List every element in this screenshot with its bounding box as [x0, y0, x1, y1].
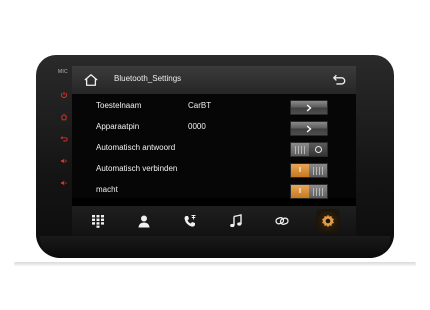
volume-up-icon[interactable] — [59, 156, 69, 166]
return-arrow-icon — [333, 74, 346, 85]
link-icon — [275, 216, 289, 225]
power-toggle[interactable]: I — [290, 184, 328, 199]
auto-connect-toggle[interactable]: I — [290, 163, 328, 178]
page-title: Bluetooth_Settings — [114, 74, 182, 83]
display-screen: Bluetooth_Settings Toestelnaam CarBT App… — [72, 66, 356, 236]
toggle-grip — [291, 143, 309, 156]
dock-connect[interactable] — [270, 209, 294, 233]
settings-row-auto-connect: Automatisch verbinden I — [72, 159, 356, 179]
toggle-off-indicator — [309, 143, 327, 156]
call-log-icon — [184, 215, 196, 227]
dock-contacts[interactable] — [132, 209, 156, 233]
mic-label: MIC — [58, 69, 68, 75]
power-icon[interactable] — [59, 90, 69, 100]
dock-settings[interactable] — [316, 209, 340, 233]
dialpad-icon — [92, 215, 104, 228]
row-label: Toestelnaam — [96, 101, 142, 110]
back-icon[interactable] — [59, 134, 69, 144]
contacts-icon — [138, 215, 150, 228]
device-name-edit-button[interactable] — [290, 100, 328, 115]
home-button[interactable] — [82, 72, 100, 88]
settings-icon — [322, 214, 334, 228]
settings-row-auto-answer: Automatisch antwoord — [72, 138, 356, 158]
dock-dialpad[interactable] — [86, 209, 110, 233]
dock-call-log[interactable] — [178, 209, 202, 233]
bottom-dock — [72, 206, 356, 236]
shadow-strip — [14, 262, 416, 266]
auto-answer-toggle[interactable] — [290, 142, 328, 157]
chevron-right-icon — [306, 124, 312, 133]
row-value: CarBT — [188, 101, 212, 110]
chevron-right-icon — [306, 103, 312, 112]
row-label: Automatisch verbinden — [96, 164, 178, 173]
home-icon[interactable] — [59, 112, 69, 122]
toggle-on-indicator: I — [291, 185, 309, 198]
row-value: 0000 — [188, 122, 206, 131]
row-label: Apparaatpin — [96, 122, 140, 131]
settings-row-power: macht I — [72, 180, 356, 200]
back-button[interactable] — [330, 72, 348, 88]
home-outline-icon — [84, 74, 98, 86]
row-label: macht — [96, 185, 118, 194]
settings-row-device-name: Toestelnaam CarBT — [72, 96, 356, 116]
bezel-bottom — [40, 236, 390, 258]
device-pin-edit-button[interactable] — [290, 121, 328, 136]
volume-down-icon[interactable] — [59, 178, 69, 188]
dock-music[interactable] — [224, 209, 248, 233]
row-label: Automatisch antwoord — [96, 143, 176, 152]
toggle-grip — [309, 164, 327, 177]
settings-list: Toestelnaam CarBT Apparaatpin 0000 Autom… — [72, 94, 356, 200]
music-icon — [230, 214, 242, 228]
toggle-on-indicator: I — [291, 164, 309, 177]
circle-icon — [314, 146, 322, 153]
side-button-strip: MIC — [56, 66, 72, 236]
title-bar: Bluetooth_Settings — [72, 66, 356, 95]
toggle-grip — [309, 185, 327, 198]
settings-row-device-pin: Apparaatpin 0000 — [72, 117, 356, 137]
